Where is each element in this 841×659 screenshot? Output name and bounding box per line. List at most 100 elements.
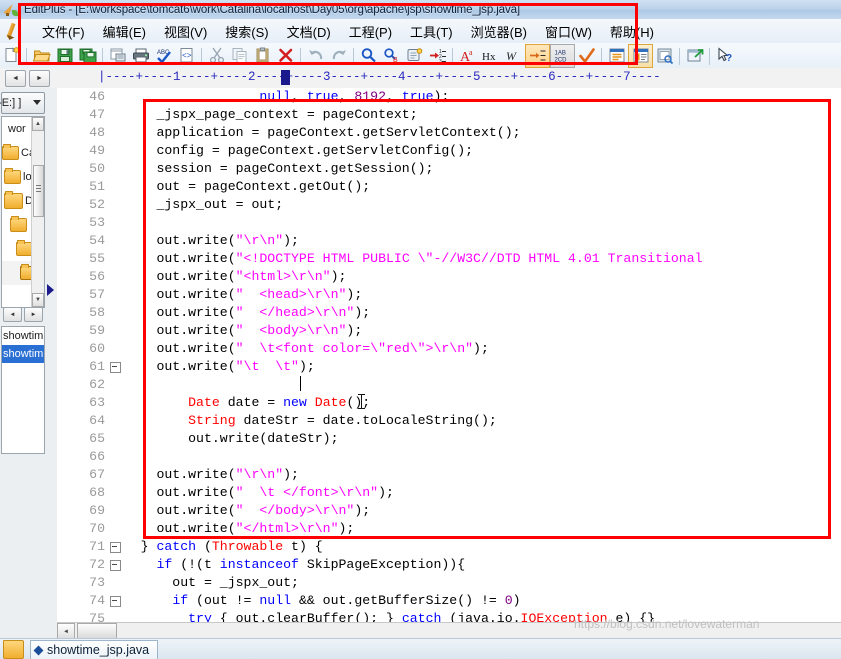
code-line[interactable]: if (out != null && out.getBufferSize() !… [109,592,841,610]
tree-vertical-scrollbar[interactable]: ▲ ▼ [31,117,44,307]
menu-tools[interactable]: 工具(T) [401,20,462,43]
font-icon[interactable]: Aa [456,45,479,67]
cut-icon[interactable] [205,45,228,67]
code-line[interactable]: out.write("</html>\r\n"); [109,520,841,538]
redo-icon[interactable] [327,45,350,67]
clip-library-icon[interactable] [653,45,676,67]
code-token: "\t \t" [235,359,299,374]
scroll-right-button[interactable]: ► [29,69,50,87]
new-file-icon[interactable] [0,45,23,67]
line-number: 61 [57,358,121,376]
code-line[interactable]: out.write("\t \t"); [109,358,841,376]
tree-horizontal-scrollbar[interactable]: ◄ ► [1,307,43,322]
code-text-area[interactable]: null, true, 8192, true); _jspx_page_cont… [109,88,841,622]
code-line[interactable]: out.write("<!DOCTYPE HTML PUBLIC \"-//W3… [109,250,841,268]
word-wrap-icon[interactable]: W [502,45,525,67]
code-line[interactable]: out.write(" <body>\r\n"); [109,322,841,340]
directory-pane-icon[interactable] [605,45,628,67]
folder-tree[interactable]: wor Cat lo D ▲ ▼ [1,116,45,308]
indent-icon[interactable]: 123 [426,45,449,67]
copy-icon[interactable] [228,45,251,67]
tab-showtime-jsp-java[interactable]: showtime_jsp.java [30,639,159,659]
code-line[interactable]: out.write(" <head>\r\n"); [109,286,841,304]
code-line[interactable]: } catch (Throwable t) { [109,538,841,556]
expand-pane-arrow-icon[interactable] [47,284,54,296]
code-line[interactable]: out.write("\r\n"); [109,232,841,250]
menu-browser[interactable]: 浏览器(B) [462,20,536,43]
view-source-icon[interactable]: <> [175,45,198,67]
spell-check-icon[interactable]: ABC [152,45,175,67]
validate-icon[interactable] [575,45,598,67]
code-line[interactable]: out.write(" \t </font>\r\n"); [109,484,841,502]
paste-icon[interactable] [251,45,274,67]
menu-document[interactable]: 文档(D) [278,20,340,43]
drive-dropdown[interactable]: [-E:] ] [0,92,45,114]
diamond-icon [33,645,44,655]
code-line[interactable]: _jspx_page_context = pageContext; [109,106,841,124]
code-line[interactable]: out.write(" </body>\r\n"); [109,502,841,520]
list-item-selected[interactable]: showtim [2,345,44,363]
svg-text:3: 3 [439,59,442,64]
menu-edit[interactable]: 编辑(E) [94,20,155,43]
code-line[interactable]: if (!(t instanceof SkipPageException)){ [109,556,841,574]
code-line[interactable]: out.write(dateStr); [109,430,841,448]
list-item[interactable]: showtim [2,327,44,345]
code-token: out.write(dateStr); [109,431,339,446]
tree-scrollbar-thumb[interactable] [33,165,44,217]
code-token: out = pageContext.getOut(); [109,179,371,194]
hex-viewer-icon[interactable]: Hx [479,45,502,67]
code-token: session = pageContext.getSession(); [109,161,434,176]
scroll-up-arrow-icon[interactable]: ▲ [32,117,44,131]
column-ruler: |----+----1----+----2----+----3----+----… [98,70,661,84]
tree-hscroll-right-button[interactable]: ► [24,307,43,322]
scroll-down-arrow-icon[interactable]: ▼ [32,293,44,307]
code-line[interactable]: out.write("\r\n"); [109,466,841,484]
code-line[interactable]: session = pageContext.getSession(); [109,160,841,178]
code-line[interactable]: out.write("<html>\r\n"); [109,268,841,286]
title-bar: EditPlus - [E:\workspace\tomcat6\work\Ca… [0,0,841,20]
context-help-icon[interactable]: ? [713,45,736,67]
code-line[interactable]: Date date = new Date(); [109,394,841,412]
print-icon[interactable] [129,45,152,67]
code-line[interactable]: out = _jspx_out; [109,574,841,592]
code-line[interactable]: String dateStr = date.toLocaleString(); [109,412,841,430]
code-line[interactable]: out.write(" </head>\r\n"); [109,304,841,322]
menu-help[interactable]: 帮助(H) [601,20,663,43]
code-line[interactable]: application = pageContext.getServletCont… [109,124,841,142]
code-line[interactable]: out.write(" \t<font color=\"red\">\r\n")… [109,340,841,358]
code-line[interactable]: null, true, 8192, true); [109,88,841,106]
delete-icon[interactable] [274,45,297,67]
find-icon[interactable] [357,45,380,67]
goto-icon[interactable] [403,45,426,67]
undo-icon[interactable] [304,45,327,67]
replace-icon[interactable]: B [380,45,403,67]
code-editor[interactable]: 46 47 48 49 50 51 52 53 54 55 56 57 58 59 60 61 62 63 64 65… [57,88,841,622]
file-list[interactable]: showtim showtim [1,326,45,454]
menu-project[interactable]: 工程(P) [340,20,401,43]
code-token: out.write( [109,485,236,500]
tree-hscroll-left-button[interactable]: ◄ [3,307,22,322]
save-icon[interactable] [53,45,76,67]
word-count-icon[interactable]: 1AB 2CD [550,43,575,68]
code-line[interactable]: config = pageContext.getServletConfig(); [109,142,841,160]
folder-icon [10,216,27,232]
code-token: ); [354,305,371,320]
code-line[interactable] [109,214,841,232]
code-line[interactable] [109,376,841,394]
right-arrow-icon: ► [36,74,43,82]
menu-window[interactable]: 窗口(W) [536,20,601,43]
browser-preview-icon[interactable] [683,45,706,67]
print-preview-icon[interactable] [106,45,129,67]
scroll-left-button[interactable]: ◄ [5,69,26,87]
open-file-icon[interactable] [30,45,53,67]
save-all-icon[interactable] [76,45,99,67]
menu-search[interactable]: 搜索(S) [216,20,277,43]
auto-indent-icon[interactable] [525,43,550,68]
menu-view[interactable]: 视图(V) [155,20,216,43]
output-window-icon[interactable] [628,43,653,68]
code-line[interactable]: _jspx_out = out; [109,196,841,214]
code-line[interactable] [109,448,841,466]
code-line[interactable]: out = pageContext.getOut(); [109,178,841,196]
menu-file[interactable]: 文件(F) [33,20,94,43]
